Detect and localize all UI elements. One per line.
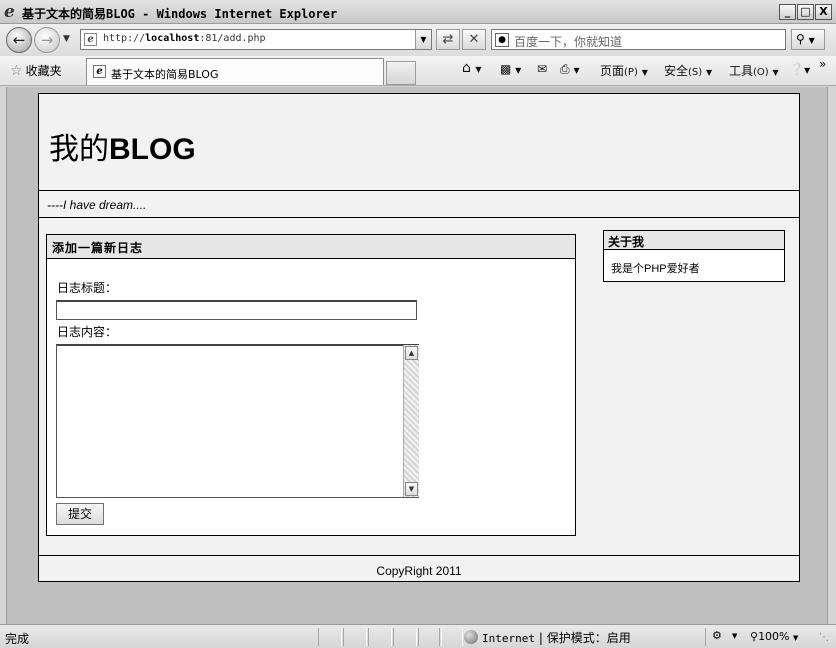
close-button[interactable]: X <box>815 4 832 20</box>
navigation-bar: ← → ▼ e http://localhost:81/add.php ▼ ⇄ … <box>0 24 836 56</box>
blog-page: 我的BLOG ----I have dream.... 添加一篇新日志 日志标题… <box>38 93 800 582</box>
page-menu-chevron-icon: ▼ <box>641 68 648 77</box>
maximize-button[interactable]: □ <box>797 4 814 20</box>
star-icon: ☆ <box>10 63 23 79</box>
status-segment <box>393 628 417 646</box>
resize-grip-icon[interactable]: ⋱ <box>819 632 829 643</box>
zoom-control[interactable]: ⚲100% ▼ <box>750 630 798 643</box>
tools-menu-chevron-icon: ▼ <box>772 68 779 77</box>
magnifier-icon: ⚲ <box>796 32 805 46</box>
globe-icon <box>464 630 478 644</box>
mail-icon: ✉ <box>537 62 548 76</box>
printer-icon: ⎙ <box>560 62 570 76</box>
tagline-text: ----I have dream.... <box>47 198 147 212</box>
refresh-button[interactable]: ⇄ <box>436 29 460 50</box>
status-text: 完成 <box>5 632 30 646</box>
safety-menu[interactable]: 安全(S) ▼ <box>664 62 712 79</box>
scroll-down-icon[interactable]: ▼ <box>405 482 418 496</box>
blog-footer: CopyRight 2011 <box>39 555 799 581</box>
post-title-label: 日志标题： <box>57 281 118 295</box>
page-menu[interactable]: 页面(P) ▼ <box>600 62 648 79</box>
stop-icon: ✕ <box>468 32 480 47</box>
back-arrow-icon: ← <box>12 31 26 49</box>
status-segment <box>368 628 392 646</box>
refresh-icon: ⇄ <box>442 32 454 47</box>
post-content-textarea[interactable] <box>56 344 419 498</box>
chevron-down-icon: ▼ <box>420 35 427 44</box>
rss-icon: ▩ <box>500 62 512 76</box>
search-button[interactable]: ⚲ ▼ <box>791 29 825 50</box>
shield-icon: ⚙ <box>712 629 722 642</box>
feeds-dropdown-icon: ▼ <box>515 66 522 75</box>
search-input[interactable]: 百度一下，你就知道 <box>514 33 622 50</box>
content-scrollbar[interactable]: ▲ ▼ <box>403 345 419 497</box>
submit-button[interactable]: 提交 <box>56 503 104 525</box>
address-bar[interactable]: e http://localhost:81/add.php ▼ <box>80 29 432 50</box>
settings-dropdown-icon: ▼ <box>732 632 738 640</box>
post-content-label: 日志内容： <box>57 325 118 339</box>
home-dropdown-icon: ▼ <box>475 65 482 74</box>
forward-button[interactable]: → <box>34 27 60 53</box>
window-title-bar: e 基于文本的简易BLOG - Windows Internet Explore… <box>0 0 836 24</box>
baidu-paw-icon: ● <box>495 33 509 47</box>
tools-menu[interactable]: 工具(O) ▼ <box>729 62 779 79</box>
safety-menu-chevron-icon: ▼ <box>706 68 713 77</box>
new-tab-button[interactable] <box>386 61 416 85</box>
favorites-button[interactable]: ☆ 收藏夹 <box>10 62 62 79</box>
page-viewport: 我的BLOG ----I have dream.... 添加一篇新日志 日志标题… <box>6 87 828 624</box>
tab-page-icon: e <box>93 65 106 78</box>
home-icon: ⌂ <box>462 60 471 76</box>
print-button[interactable]: ⎙ ▼ <box>560 62 580 77</box>
about-me-panel: 关于我 我是个PHP爱好者 <box>603 230 785 282</box>
about-me-text: 我是个PHP爱好者 <box>611 263 700 275</box>
status-segment <box>343 628 367 646</box>
site-title: 我的BLOG <box>49 133 196 166</box>
address-url[interactable]: http://localhost:81/add.php <box>103 33 266 44</box>
forward-arrow-icon: → <box>40 31 54 49</box>
search-box[interactable]: ● 百度一下，你就知道 <box>491 29 786 50</box>
help-button[interactable]: ❔▼ <box>789 62 810 76</box>
about-me-heading: 关于我 <box>604 231 784 250</box>
feeds-button[interactable]: ▩ ▼ <box>500 62 521 76</box>
security-zone[interactable]: Internet | 保护模式：启用 <box>464 629 631 646</box>
browser-tab[interactable]: e 基于文本的简易BLOG <box>86 58 384 85</box>
read-mail-button[interactable]: ✉ <box>537 62 547 76</box>
more-commands-icon[interactable]: » <box>819 57 826 71</box>
home-button[interactable]: ⌂ ▼ <box>462 60 482 76</box>
window-title: 基于文本的简易BLOG - Windows Internet Explorer <box>22 7 338 21</box>
favorites-bar: ☆ 收藏夹 e 基于文本的简易BLOG ⌂ ▼ ▩ ▼ ✉ ⎙ ▼ 页面(P) ▼… <box>0 56 836 86</box>
status-segment <box>439 628 463 646</box>
print-dropdown-icon: ▼ <box>573 66 580 75</box>
stop-button[interactable]: ✕ <box>462 29 486 50</box>
help-dropdown-icon: ▼ <box>803 66 811 75</box>
tab-title: 基于文本的简易BLOG <box>111 68 219 81</box>
search-options-icon: ▼ <box>808 36 815 45</box>
zoom-dropdown-icon: ▼ <box>793 634 799 642</box>
help-icon: ❔ <box>789 62 804 76</box>
add-post-heading: 添加一篇新日志 <box>47 235 575 259</box>
minimize-button[interactable]: _ <box>779 4 796 20</box>
scroll-up-icon[interactable]: ▲ <box>405 346 418 360</box>
blog-tagline-bar: ----I have dream.... <box>39 191 799 218</box>
blog-header: 我的BLOG <box>39 94 799 191</box>
status-bar: 完成 Internet | 保护模式：启用 ⚙ ▼ ⚲100% ▼ ⋱ <box>0 624 836 648</box>
add-post-panel: 添加一篇新日志 日志标题： 日志内容： ▲ ▼ 提交 <box>46 234 576 536</box>
back-button[interactable]: ← <box>6 27 32 53</box>
status-segment <box>318 628 342 646</box>
history-dropdown-icon[interactable]: ▼ <box>63 34 70 44</box>
popup-settings-button[interactable]: ⚙ ▼ <box>705 628 743 646</box>
address-dropdown-button[interactable]: ▼ <box>415 30 431 49</box>
page-icon: e <box>84 33 97 46</box>
post-title-input[interactable] <box>56 300 417 320</box>
zoom-magnifier-icon: ⚲ <box>750 630 759 643</box>
ie-icon: e <box>4 2 15 22</box>
